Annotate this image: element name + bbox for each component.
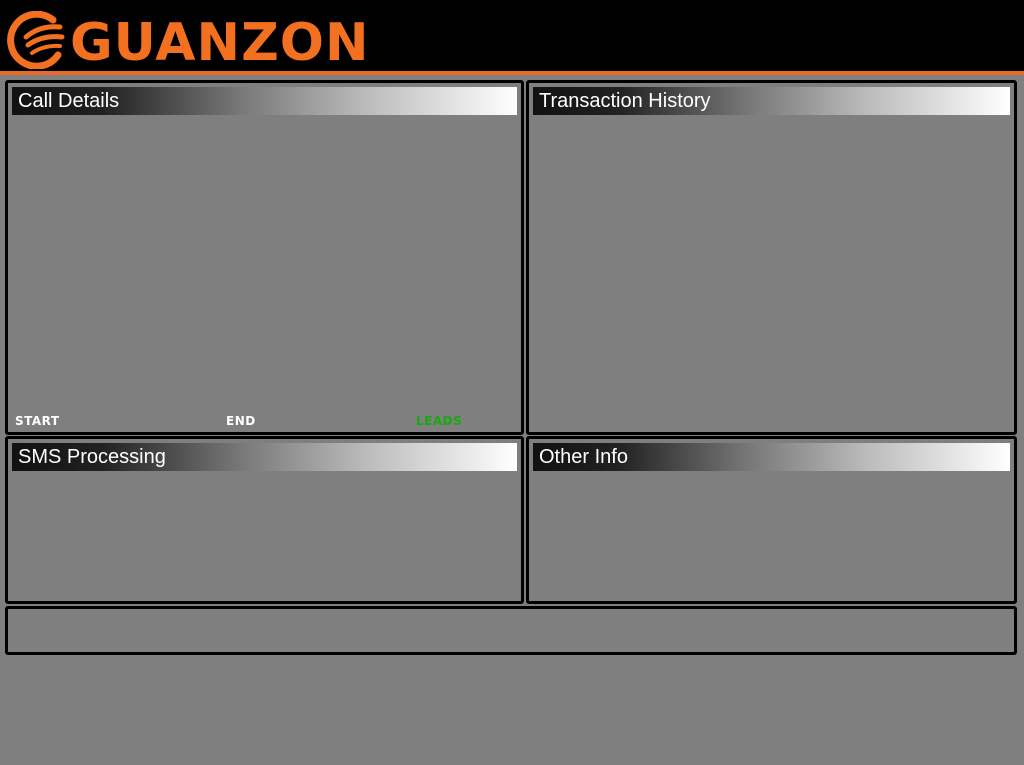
call-details-title: Call Details bbox=[12, 87, 517, 115]
guanzon-logo-icon bbox=[7, 11, 65, 69]
app-header: GUANZON bbox=[0, 0, 1024, 73]
end-label: END bbox=[226, 414, 256, 428]
sms-processing-panel: SMS Processing bbox=[5, 436, 524, 604]
start-label: START bbox=[15, 414, 60, 428]
leads-label: LEADS bbox=[416, 414, 463, 428]
header-accent-line bbox=[0, 71, 1024, 75]
sms-processing-title: SMS Processing bbox=[12, 443, 517, 471]
other-info-title: Other Info bbox=[533, 443, 1010, 471]
status-bar-panel bbox=[5, 606, 1017, 655]
call-details-panel: Call Details START END LEADS bbox=[5, 80, 524, 435]
transaction-history-panel: Transaction History bbox=[526, 80, 1017, 435]
other-info-panel: Other Info bbox=[526, 436, 1017, 604]
brand-name: GUANZON bbox=[70, 13, 370, 73]
transaction-history-title: Transaction History bbox=[533, 87, 1010, 115]
